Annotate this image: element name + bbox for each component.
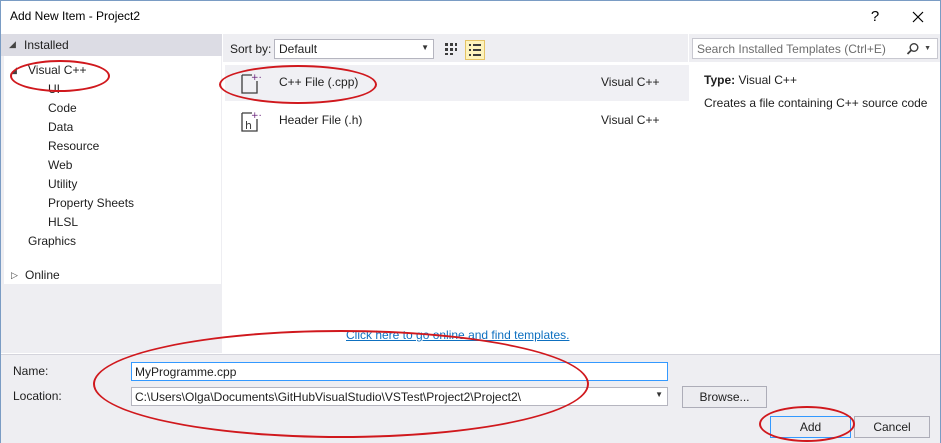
tree-item-utility[interactable]: Utility (48, 175, 77, 194)
header-file-icon: h ++ (241, 111, 261, 132)
details-type-label: Type: (704, 73, 736, 87)
tree-item-hlsl[interactable]: HLSL (48, 213, 78, 232)
item-options-form: Name: MyProgramme.cpp Location: C:\Users… (1, 354, 940, 443)
window-title: Add New Item - Project2 (10, 9, 141, 23)
list-view-button[interactable] (465, 40, 485, 60)
cancel-button[interactable]: Cancel (854, 416, 930, 438)
browse-button[interactable]: Browse... (682, 386, 767, 408)
template-name: Header File (.h) (279, 113, 363, 127)
location-dropdown[interactable]: C:\Users\Olga\Documents\GitHubVisualStud… (131, 387, 668, 406)
svg-text:++: ++ (251, 73, 261, 83)
template-type: Visual C++ (601, 75, 660, 89)
add-new-item-dialog: Add New Item - Project2 ? ◢ Installed ◢ … (0, 0, 941, 443)
template-type: Visual C++ (601, 113, 660, 127)
search-toolbar: Search Installed Templates (Ctrl+E) ▼ (689, 34, 940, 62)
search-input[interactable]: Search Installed Templates (Ctrl+E) ▼ (692, 38, 938, 59)
template-name: C++ File (.cpp) (279, 75, 359, 89)
tree-item-web[interactable]: Web (48, 156, 72, 175)
template-item-cpp-file[interactable]: ++ C++ File (.cpp) Visual C++ (225, 65, 690, 101)
expanded-triangle-icon[interactable]: ◢ (9, 39, 16, 50)
template-details-panel: Type: Visual C++ Creates a file containi… (689, 63, 940, 353)
search-icon[interactable]: ▼ (906, 40, 931, 56)
cpp-file-icon: ++ (241, 73, 261, 94)
tree-item-online[interactable]: Online (25, 266, 60, 285)
chevron-down-icon: ▼ (421, 43, 429, 52)
close-button[interactable] (900, 3, 936, 31)
name-field[interactable]: MyProgramme.cpp (131, 362, 668, 381)
collapsed-triangle-icon[interactable]: ▷ (11, 270, 18, 281)
sort-toolbar: Sort by: Default ▼ (223, 34, 688, 62)
title-bar: Add New Item - Project2 ? (1, 1, 940, 33)
expanded-triangle-icon[interactable]: ◢ (10, 65, 17, 76)
tree-item-ui[interactable]: UI (48, 80, 60, 99)
template-list: ++ C++ File (.cpp) Visual C++ h ++ Heade… (225, 63, 690, 353)
name-label: Name: (13, 364, 49, 378)
tree-item-installed-label: Installed (24, 38, 69, 52)
template-item-header-file[interactable]: h ++ Header File (.h) Visual C++ (225, 103, 690, 139)
help-button[interactable]: ? (857, 3, 893, 31)
details-type-value: Visual C++ (738, 73, 797, 87)
tree-item-resource[interactable]: Resource (48, 137, 99, 156)
details-type: Type: Visual C++ (704, 73, 797, 87)
details-description: Creates a file containing C++ source cod… (704, 96, 928, 110)
tree-item-property-sheets[interactable]: Property Sheets (48, 194, 134, 213)
sort-value: Default (279, 42, 318, 56)
sort-label: Sort by: (230, 42, 272, 56)
tree-item-code[interactable]: Code (48, 99, 77, 118)
sort-dropdown[interactable]: Default ▼ (274, 39, 434, 59)
tree-item-graphics[interactable]: Graphics (28, 232, 76, 251)
template-category-panel: ◢ Installed ◢ Visual C++ UI Code Data Re… (1, 34, 222, 353)
tree-item-visual-cpp[interactable]: Visual C++ (28, 61, 86, 80)
close-icon (912, 11, 924, 23)
chevron-down-icon: ▼ (655, 390, 663, 399)
online-templates-link[interactable]: Click here to go online and find templat… (346, 328, 569, 342)
installed-tree: ◢ Visual C++ UI Code Data Resource Web U… (4, 56, 221, 284)
add-button[interactable]: Add (770, 416, 851, 438)
tree-item-data[interactable]: Data (48, 118, 73, 137)
search-placeholder: Search Installed Templates (Ctrl+E) (697, 42, 886, 56)
name-value: MyProgramme.cpp (135, 365, 237, 379)
location-label: Location: (13, 389, 62, 403)
tree-item-installed[interactable]: ◢ Installed (1, 34, 222, 56)
small-icons-view-button[interactable] (442, 40, 460, 58)
svg-text:++: ++ (251, 111, 261, 121)
location-value: C:\Users\Olga\Documents\GitHubVisualStud… (135, 390, 521, 404)
